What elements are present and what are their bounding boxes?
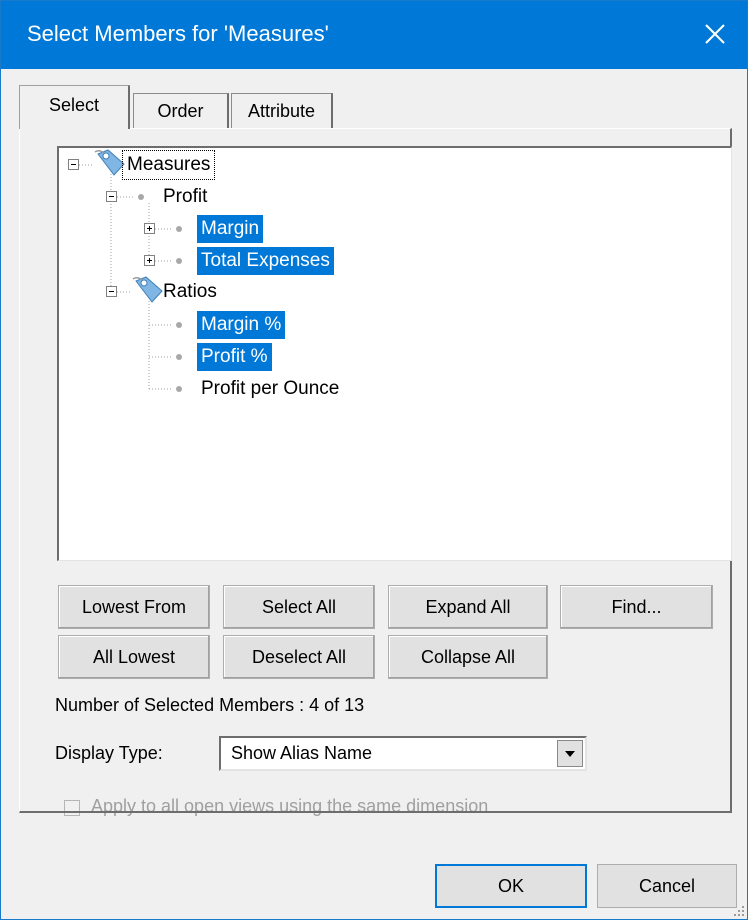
tab-attribute-label: Attribute <box>247 101 316 121</box>
select-tab-panel: Measures Profit Margin Total Expenses Ra… <box>19 128 732 813</box>
collapse-toggle-profit[interactable] <box>106 191 117 202</box>
tree-node-profit-per-ounce[interactable]: Profit per Ounce <box>197 375 343 403</box>
tree-node-profit-percent[interactable]: Profit % <box>197 343 272 371</box>
tab-select[interactable]: Select <box>19 85 130 129</box>
collapse-toggle-measures[interactable] <box>68 159 79 170</box>
member-bullet-icon <box>176 226 182 232</box>
tree-node-total-expenses[interactable]: Total Expenses <box>197 247 334 275</box>
resize-grip-icon[interactable] <box>733 905 745 917</box>
member-bullet-icon <box>176 386 182 392</box>
member-bullet-icon <box>176 258 182 264</box>
title-bar[interactable]: Select Members for 'Measures' <box>1 1 747 69</box>
tree-node-measures[interactable]: Measures <box>121 150 216 180</box>
member-bullet-icon <box>176 354 182 360</box>
member-bullet-icon <box>176 322 182 328</box>
tree-node-profit[interactable]: Profit <box>159 183 211 211</box>
expand-toggle-total-expenses[interactable] <box>144 255 155 266</box>
cancel-button[interactable]: Cancel <box>597 864 737 908</box>
tab-order[interactable]: Order <box>133 93 229 129</box>
tree-node-margin[interactable]: Margin <box>197 215 264 243</box>
member-bullet-icon <box>138 194 144 200</box>
tree-node-margin-percent[interactable]: Margin % <box>197 311 286 339</box>
expand-toggle-margin[interactable] <box>144 223 155 234</box>
tab-attribute[interactable]: Attribute <box>231 93 333 129</box>
close-button[interactable] <box>685 1 747 69</box>
select-members-dialog: Select Members for 'Measures' Select Ord… <box>0 0 748 920</box>
window-title: Select Members for 'Measures' <box>27 21 329 46</box>
ok-button[interactable]: OK <box>435 864 587 908</box>
tab-order-label: Order <box>157 101 204 121</box>
member-tag-icon <box>94 149 125 176</box>
close-icon <box>705 24 725 44</box>
tab-select-label: Select <box>48 95 100 115</box>
tree-node-ratios[interactable]: Ratios <box>159 278 221 306</box>
collapse-toggle-ratios[interactable] <box>106 286 117 297</box>
member-tree[interactable]: Measures Profit Margin Total Expenses Ra… <box>57 146 732 561</box>
